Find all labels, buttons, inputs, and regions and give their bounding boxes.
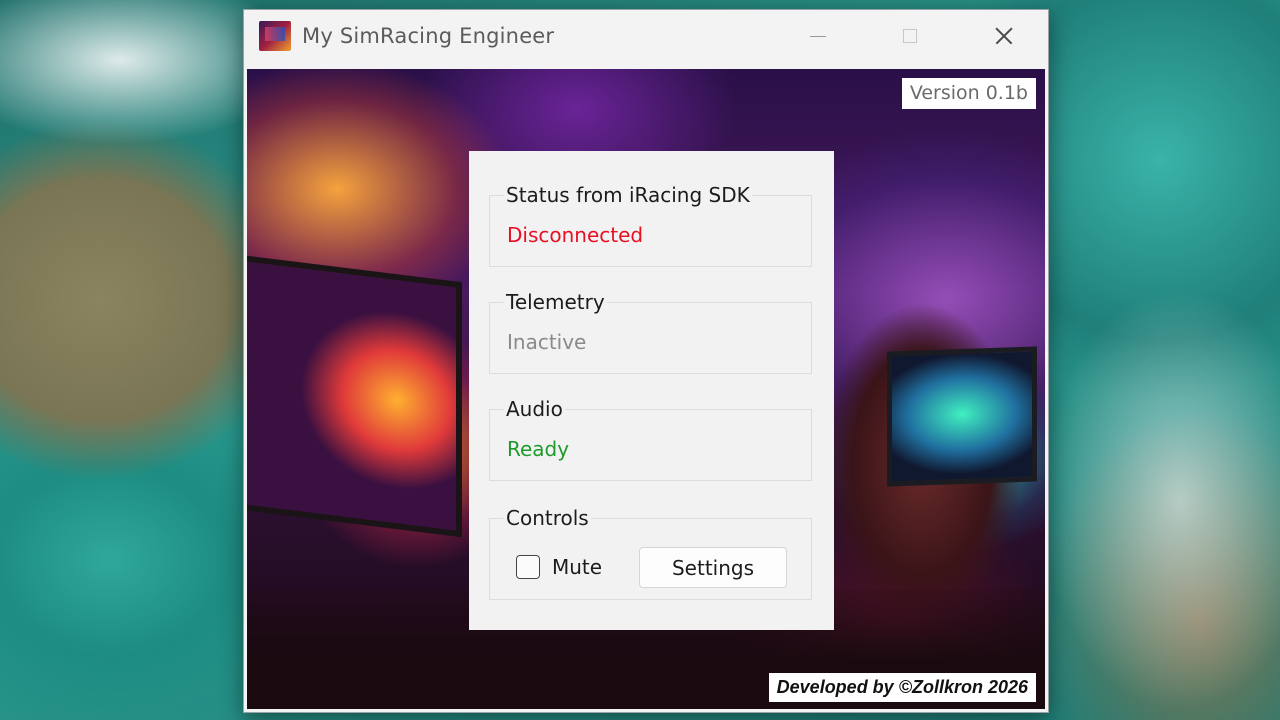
audio-group: Audio Ready: [489, 397, 812, 481]
controls-group: Controls Mute Settings: [489, 506, 812, 600]
status-value: Disconnected: [507, 223, 644, 247]
audio-value: Ready: [507, 437, 570, 461]
status-group-title: Status from iRacing SDK: [504, 183, 752, 207]
settings-button[interactable]: Settings: [639, 547, 787, 588]
controls-group-title: Controls: [504, 506, 591, 530]
telemetry-group-title: Telemetry: [504, 290, 607, 314]
status-group: Status from iRacing SDK Disconnected: [489, 183, 812, 267]
mute-checkbox[interactable]: [516, 555, 540, 579]
maximize-button[interactable]: [887, 10, 933, 62]
app-logo-icon: [259, 21, 291, 51]
window-title: My SimRacing Engineer: [302, 24, 555, 48]
version-label: Version 0.1b: [901, 78, 1036, 109]
telemetry-group: Telemetry Inactive: [489, 290, 812, 374]
telemetry-value: Inactive: [507, 330, 587, 354]
artwork-monitor-right: [887, 346, 1037, 487]
developer-credit: Developed by ©Zollkron 2026: [768, 673, 1036, 702]
minimize-icon: [810, 35, 826, 37]
audio-group-title: Audio: [504, 397, 565, 421]
minimize-button[interactable]: [795, 10, 841, 62]
app-window: My SimRacing Engineer Version 0.1b Devel…: [243, 9, 1049, 713]
mute-label[interactable]: Mute: [552, 555, 602, 579]
close-icon: [995, 27, 1013, 45]
mute-toggle[interactable]: Mute: [516, 555, 602, 579]
close-button[interactable]: [981, 10, 1027, 62]
maximize-icon: [903, 29, 917, 43]
artwork-monitor-left: [247, 255, 462, 538]
title-bar[interactable]: My SimRacing Engineer: [244, 10, 1048, 69]
status-panel: Status from iRacing SDK Disconnected Tel…: [469, 151, 834, 630]
background-artwork: Version 0.1b Developed by ©Zollkron 2026…: [247, 69, 1045, 709]
desktop: { "window": { "title": "My SimRacing Eng…: [0, 0, 1280, 720]
